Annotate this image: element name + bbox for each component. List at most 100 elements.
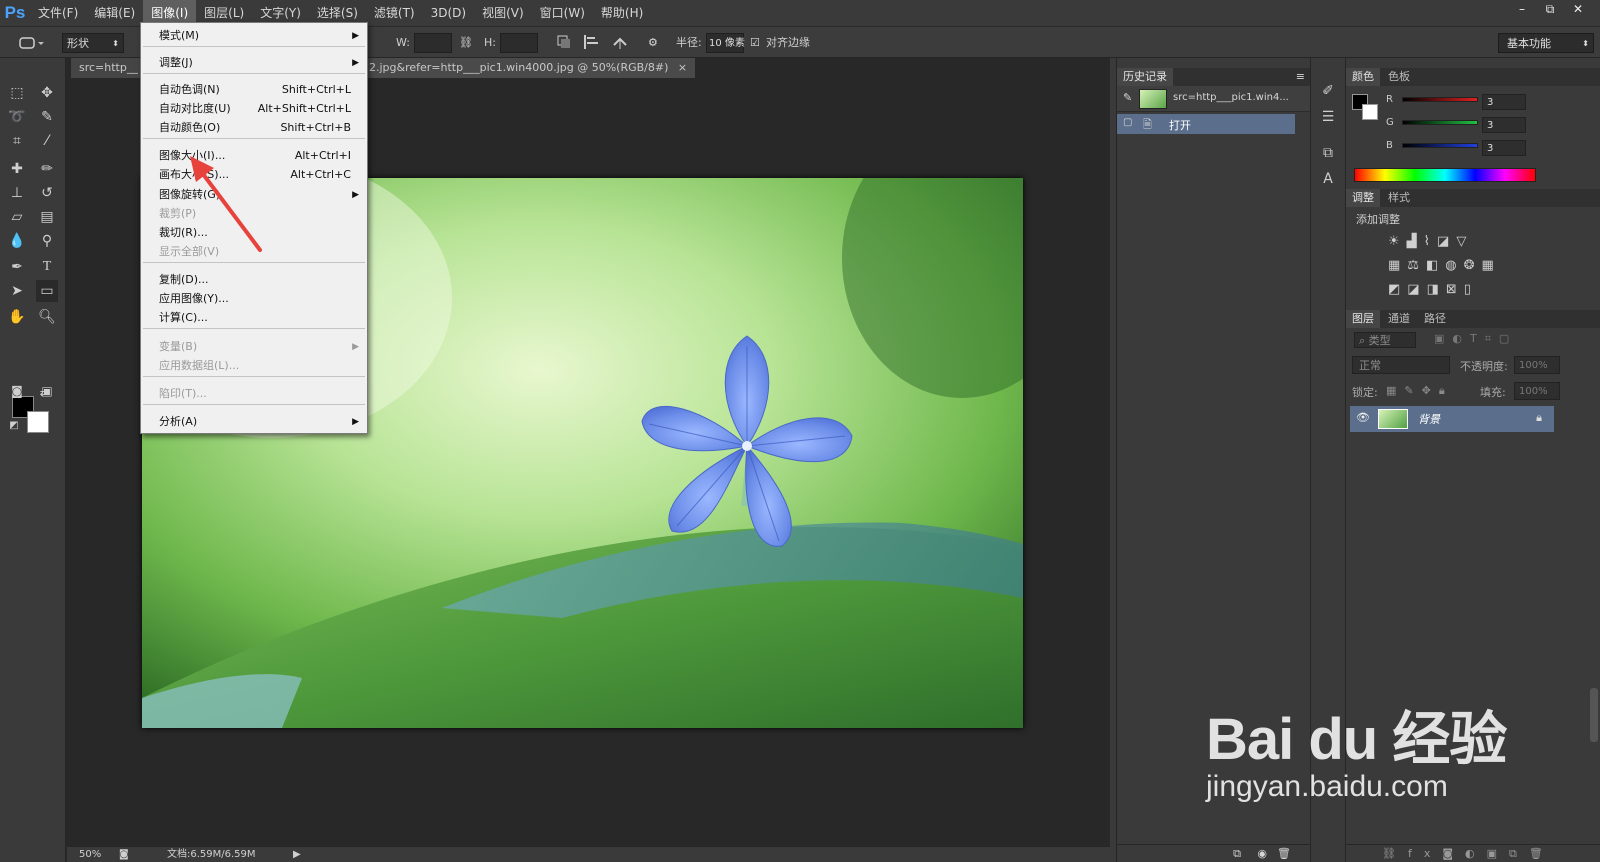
history-brush-tool-icon[interactable]: ↺ — [36, 182, 58, 204]
menu-item[interactable]: 文件(F) — [30, 0, 86, 26]
document-tab-inactive[interactable]: src=http__ — [71, 58, 143, 78]
selective-color-icon[interactable]: ▯ — [1464, 282, 1478, 297]
color-spectrum-ramp[interactable] — [1354, 168, 1536, 182]
exposure-icon[interactable]: ◪ — [1437, 234, 1456, 249]
healing-brush-tool-icon[interactable]: ✚ — [6, 158, 28, 180]
rounded-rectangle-tool-icon[interactable]: ▭ — [36, 280, 58, 302]
tab-adjustments[interactable]: 调整 — [1346, 189, 1380, 207]
restore-button[interactable]: ⧉ — [1536, 0, 1564, 18]
posterize-icon[interactable]: ◪ — [1407, 282, 1426, 297]
gradient-tool-icon[interactable]: ▤ — [36, 206, 58, 228]
brightness-icon[interactable]: ☀ — [1388, 234, 1407, 249]
brush-tool-icon[interactable]: ✏ — [36, 158, 58, 180]
image-menu-item[interactable]: 计算(C)... — [141, 309, 367, 327]
opacity-input[interactable]: 100% — [1514, 356, 1560, 374]
layer-filter-icons[interactable]: ▣◐T⌗▢ — [1434, 332, 1517, 346]
color-lookup-icon[interactable]: ▦ — [1482, 258, 1501, 273]
hue-saturation-icon[interactable]: ▦ — [1388, 258, 1407, 273]
tab-swatches[interactable]: 色板 — [1382, 68, 1416, 86]
height-input[interactable] — [500, 33, 538, 53]
channel-value-input[interactable]: 3 — [1482, 94, 1526, 110]
default-colors-icon[interactable]: ◩ — [8, 420, 20, 432]
menu-item[interactable]: 滤镜(T) — [366, 0, 423, 26]
lock-icons[interactable]: ▦✎✥🔒︎ — [1386, 384, 1453, 398]
width-input[interactable] — [414, 33, 452, 53]
path-alignment-icon[interactable] — [583, 33, 599, 53]
levels-icon[interactable]: ▟ — [1407, 234, 1424, 249]
screen-mode-icon[interactable]: ▣ — [36, 380, 58, 402]
layers-footer-icons[interactable]: ⛓fx◙◐▣⧉🗑︎ — [1346, 844, 1600, 862]
image-menu-item[interactable]: 应用图像(Y)... — [141, 290, 367, 308]
layer-name[interactable]: 背景 — [1418, 411, 1440, 427]
panel-menu-icon[interactable]: ≡ — [1296, 68, 1305, 86]
image-menu-item[interactable]: 自动色调(N) Shift+Ctrl+L — [141, 81, 367, 99]
menu-item[interactable]: 视图(V) — [474, 0, 532, 26]
type-tool-icon[interactable]: T — [36, 256, 58, 278]
channel-value-input[interactable]: 3 — [1482, 140, 1526, 156]
background-color-swatch[interactable] — [27, 411, 49, 433]
channel-slider[interactable] — [1402, 143, 1478, 148]
status-info-icon[interactable]: ◙ — [119, 847, 129, 862]
path-operations-icon[interactable] — [556, 33, 572, 53]
link-icon[interactable]: ⛓ — [459, 33, 473, 53]
pen-tool-icon[interactable]: ✒ — [6, 256, 28, 278]
tab-color[interactable]: 颜色 — [1346, 68, 1380, 86]
tab-layers[interactable]: 图层 — [1346, 310, 1380, 328]
tab-paths[interactable]: 路径 — [1418, 310, 1452, 328]
crop-tool-icon[interactable]: ⌗ — [6, 130, 28, 152]
channel-slider[interactable] — [1402, 120, 1478, 125]
quick-mask-icon[interactable]: ◙ — [6, 380, 28, 402]
layer-row-background[interactable]: 👁︎ 背景 🔒︎ — [1350, 406, 1554, 432]
eyedropper-tool-icon[interactable]: ⁄ — [36, 130, 58, 152]
new-document-icon[interactable]: ⧉ — [1233, 847, 1241, 861]
channel-mixer-icon[interactable]: ❂ — [1464, 258, 1482, 273]
properties-icon[interactable]: ☰ — [1317, 106, 1339, 128]
shape-mode-select[interactable]: 形状 ⬍ — [62, 33, 124, 53]
fill-input[interactable]: 100% — [1514, 382, 1560, 400]
clone-stamp-tool-icon[interactable]: ⊥ — [6, 182, 28, 204]
gradient-map-icon[interactable]: ⊠ — [1446, 282, 1464, 297]
status-menu-arrow-icon[interactable]: ▶ — [293, 847, 301, 862]
image-menu-item[interactable]: 自动对比度(U) Alt+Shift+Ctrl+L — [141, 100, 367, 118]
hand-tool-icon[interactable]: ✋ — [6, 306, 28, 328]
trash-icon[interactable]: 🗑︎ — [1277, 847, 1291, 860]
curves-icon[interactable]: ⌇ — [1424, 234, 1437, 249]
blur-tool-icon[interactable]: 💧 — [6, 230, 28, 252]
scrollbar-thumb[interactable] — [1590, 688, 1598, 742]
invert-icon[interactable]: ◩ — [1388, 282, 1407, 297]
menu-item[interactable]: 3D(D) — [423, 0, 474, 26]
brush-presets-icon[interactable]: ✐ — [1317, 80, 1339, 102]
radius-input[interactable]: 10 像素 — [706, 33, 745, 53]
menu-item[interactable]: 编辑(E) — [86, 0, 143, 26]
marquee-tool-icon[interactable]: ⬚ — [6, 82, 28, 104]
photo-filter-icon[interactable]: ◍ — [1445, 258, 1463, 273]
align-edges-checkbox[interactable]: ☑ — [750, 33, 760, 53]
menu-item[interactable]: 窗口(W) — [532, 0, 593, 26]
move-tool-icon[interactable]: ✥ — [36, 82, 58, 104]
tab-close-icon[interactable]: × — [678, 61, 687, 74]
layer-filter-select[interactable]: ⌕ 类型 — [1354, 332, 1416, 348]
state-checkbox[interactable]: ▢ — [1123, 117, 1132, 128]
eye-icon[interactable]: 👁︎ — [1356, 411, 1370, 424]
history-snapshot[interactable]: ✎ src=http___pic1.win4... — [1117, 86, 1311, 112]
channel-slider[interactable] — [1402, 97, 1478, 102]
color-balance-icon[interactable]: ⚖ — [1407, 258, 1426, 273]
image-menu-item[interactable]: 调整(J) ▶ — [141, 54, 367, 72]
menu-item[interactable]: 帮助(H) — [593, 0, 651, 26]
rounded-rect-tool-icon[interactable] — [16, 33, 44, 53]
history-state[interactable]: ▢ 🗎 打开 — [1117, 114, 1295, 134]
threshold-icon[interactable]: ◨ — [1427, 282, 1446, 297]
lasso-tool-icon[interactable]: ➰ — [6, 106, 28, 128]
tab-history[interactable]: 历史记录 — [1117, 68, 1173, 86]
vibrance-icon[interactable]: ▽ — [1456, 234, 1473, 249]
zoom-tool-icon[interactable]: 🔍︎ — [36, 306, 58, 328]
quick-select-tool-icon[interactable]: ✎ — [36, 106, 58, 128]
image-menu-item[interactable]: 分析(A) ▶ — [141, 413, 367, 431]
color-bg-swatch[interactable] — [1362, 104, 1378, 120]
eraser-tool-icon[interactable]: ▱ — [6, 206, 28, 228]
path-select-tool-icon[interactable]: ➤ — [6, 280, 28, 302]
zoom-level[interactable]: 50% — [79, 847, 101, 862]
clone-source-icon[interactable]: ⧉ — [1317, 142, 1339, 164]
minimize-button[interactable]: – — [1508, 0, 1536, 18]
tab-channels[interactable]: 通道 — [1382, 310, 1416, 328]
